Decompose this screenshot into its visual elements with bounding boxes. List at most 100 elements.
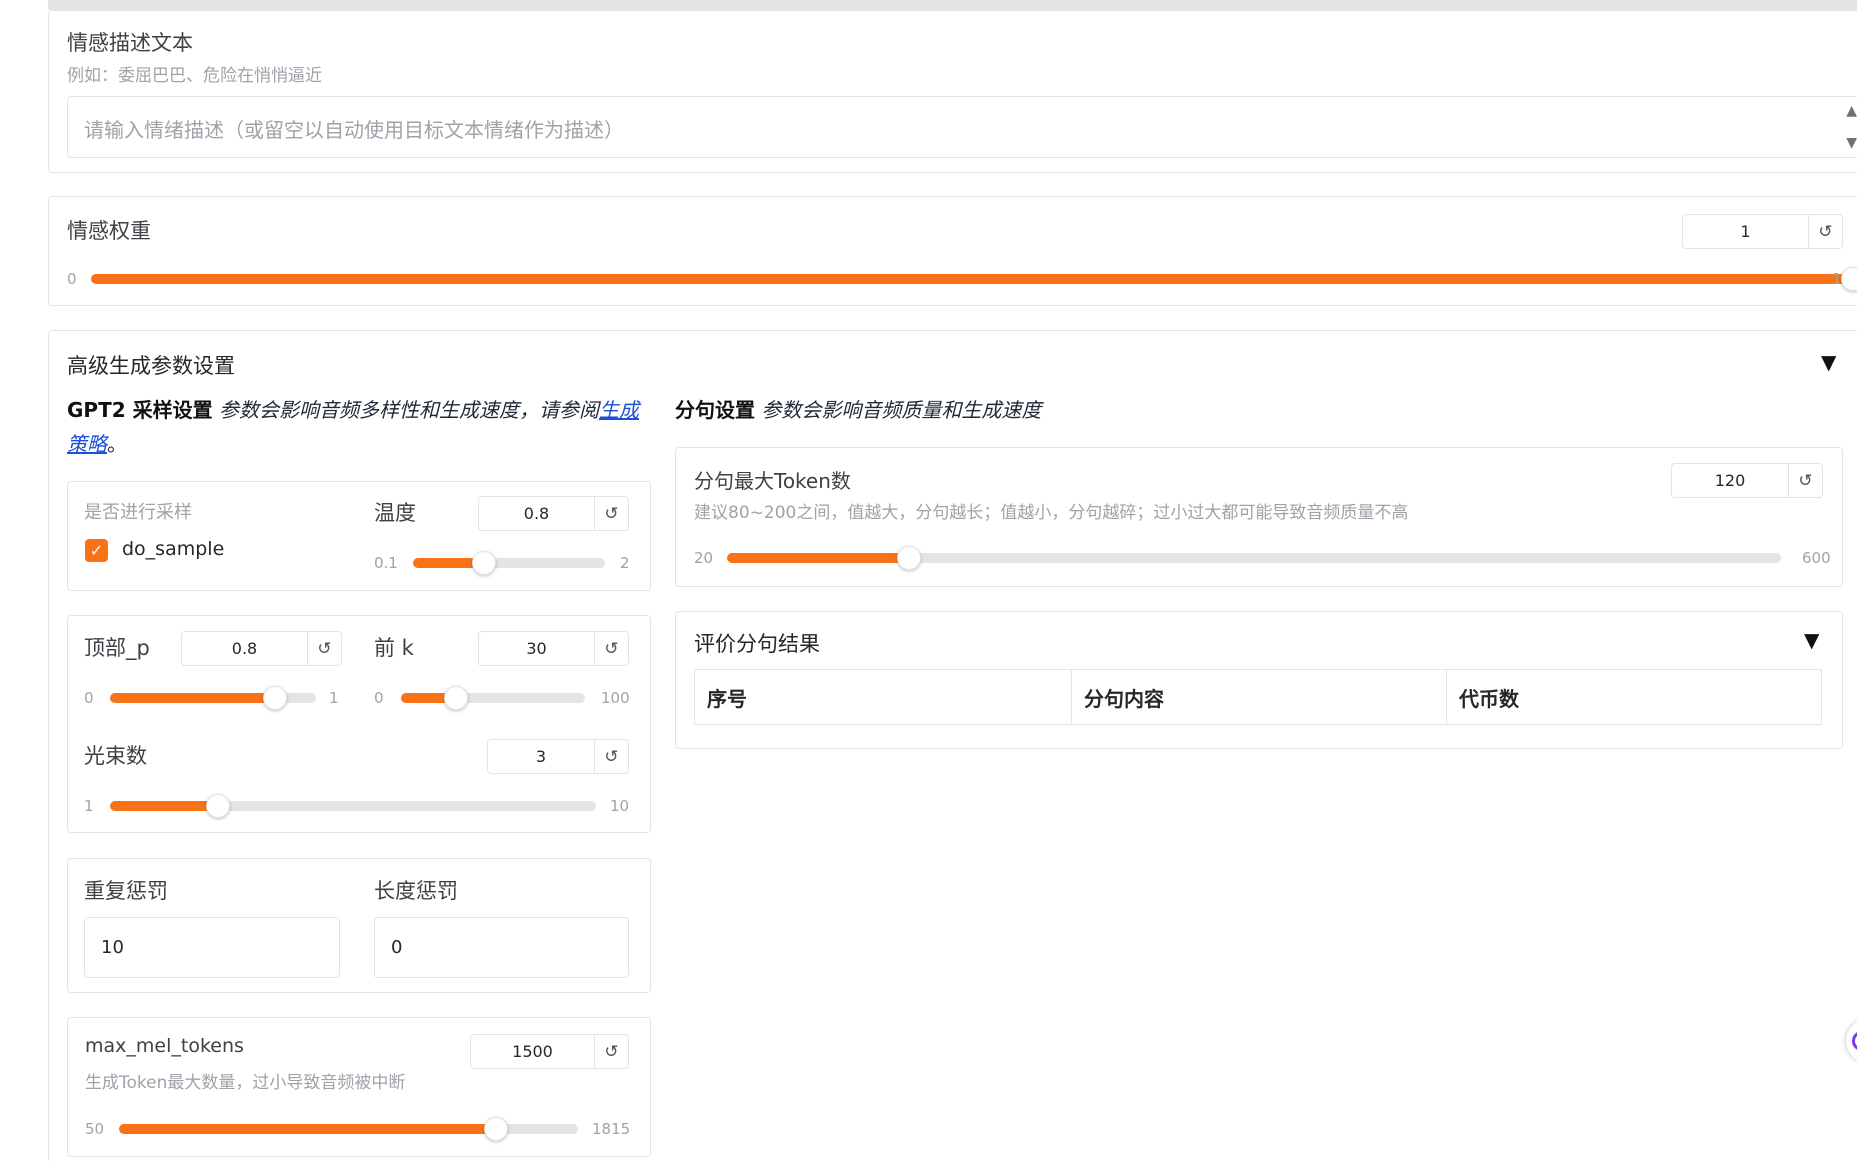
top-k-number: 30 ↺ bbox=[478, 631, 629, 666]
num-beams-label: 光束数 bbox=[84, 744, 147, 768]
max-tokens-per-segment-slider[interactable] bbox=[727, 543, 1781, 573]
top-p-min: 0 bbox=[84, 689, 94, 707]
top-p-max: 1 bbox=[329, 689, 339, 707]
reset-icon[interactable]: ↺ bbox=[1788, 464, 1822, 497]
slider-fill bbox=[91, 274, 1853, 284]
scroll-up-icon[interactable]: ▲ bbox=[1846, 103, 1857, 119]
do-sample-option[interactable]: do_sample bbox=[122, 538, 224, 560]
emotion-text-info: 例如：委屈巴巴、危险在悄悄逼近 bbox=[67, 66, 322, 86]
emotion-text-panel: 情感描述文本 例如：委屈巴巴、危险在悄悄逼近 请输入情绪描述（或留空以自动使用目… bbox=[48, 10, 1857, 173]
temperature-slider[interactable] bbox=[413, 548, 605, 578]
slider-thumb[interactable] bbox=[484, 1117, 509, 1141]
column-header-content[interactable]: 分句内容 bbox=[1071, 669, 1447, 725]
topk-topp-group: 顶部_p 0.8 ↺ 0 1 前 k 30 ↺ 0 100 光束数 3 ↺ 1 bbox=[67, 615, 651, 833]
temperature-min: 0.1 bbox=[374, 554, 398, 572]
max-tokens-per-segment-info: 建议80~200之间，值越大，分句越长；值越小，分句越碎；过小过大都可能导致音频… bbox=[694, 503, 1409, 523]
repetition-penalty-input[interactable]: 10 bbox=[84, 917, 340, 978]
emotion-text-input[interactable]: 请输入情绪描述（或留空以自动使用目标文本情绪作为描述） ▲ ▼ bbox=[67, 96, 1857, 158]
slider-fill bbox=[110, 801, 218, 811]
emotion-weight-input[interactable]: 1 bbox=[1683, 215, 1808, 248]
length-penalty-label: 长度惩罚 bbox=[374, 879, 458, 903]
reset-icon[interactable]: ↺ bbox=[594, 497, 628, 530]
emotion-weight-number: 1 ↺ bbox=[1682, 214, 1843, 249]
max-mel-tokens-input[interactable]: 1500 bbox=[471, 1035, 594, 1068]
top-divider bbox=[48, 0, 1857, 10]
slider-thumb[interactable] bbox=[262, 686, 287, 710]
top-k-max: 100 bbox=[601, 689, 630, 707]
top-p-label: 顶部_p bbox=[84, 636, 150, 660]
temperature-number: 0.8 ↺ bbox=[478, 496, 629, 531]
slider-fill bbox=[110, 693, 275, 703]
length-penalty-input[interactable]: 0 bbox=[374, 917, 629, 978]
max-mel-tokens-info: 生成Token最大数量，过小导致音频被中断 bbox=[85, 1073, 406, 1093]
scroll-down-icon[interactable]: ▼ bbox=[1846, 135, 1857, 151]
max-tokens-per-segment-group: 分句最大Token数 建议80~200之间，值越大，分句越长；值越小，分句越碎；… bbox=[675, 447, 1843, 587]
emotion-weight-slider[interactable] bbox=[91, 264, 1857, 294]
reset-icon[interactable]: ↺ bbox=[594, 632, 628, 665]
max-mel-tokens-group: max_mel_tokens 生成Token最大数量，过小导致音频被中断 150… bbox=[67, 1017, 651, 1157]
slider-thumb[interactable] bbox=[472, 551, 497, 575]
collapse-icon[interactable]: ▼ bbox=[1804, 628, 1819, 652]
reset-icon[interactable]: ↺ bbox=[594, 740, 628, 773]
segment-desc: 参数会影响音频质量和生成速度 bbox=[755, 398, 1042, 422]
top-k-input[interactable]: 30 bbox=[479, 632, 594, 665]
max-tokens-per-segment-number: 120 ↺ bbox=[1671, 463, 1823, 498]
penalty-group: 重复惩罚 10 长度惩罚 0 bbox=[67, 858, 651, 993]
max-tokens-per-segment-label: 分句最大Token数 bbox=[694, 469, 851, 493]
advanced-settings-panel: 高级生成参数设置 ▼ GPT2 采样设置 参数会影响音频多样性和生成速度，请参阅… bbox=[48, 330, 1857, 1161]
max-tokens-per-segment-min: 20 bbox=[694, 549, 714, 567]
emotion-text-placeholder: 请输入情绪描述（或留空以自动使用目标文本情绪作为描述） bbox=[84, 118, 624, 142]
max-tokens-per-segment-input[interactable]: 120 bbox=[1672, 464, 1788, 497]
top-p-slider[interactable] bbox=[110, 683, 316, 713]
table-header-row: 序号 分句内容 代币数 bbox=[694, 669, 1822, 725]
top-k-label: 前 k bbox=[374, 636, 414, 660]
temperature-label: 温度 bbox=[374, 501, 416, 525]
gpt2-heading: GPT2 采样设置 参数会影响音频多样性和生成速度，请参阅生成策略。 bbox=[67, 393, 639, 461]
generation-strategy-link-part2[interactable]: 策略 bbox=[67, 432, 107, 456]
emotion-text-label: 情感描述文本 bbox=[67, 31, 193, 55]
temperature-input[interactable]: 0.8 bbox=[479, 497, 594, 530]
top-k-slider[interactable] bbox=[401, 683, 585, 713]
gpt2-prefix: GPT2 bbox=[67, 398, 133, 422]
gpt2-bold: 采样设置 bbox=[132, 398, 213, 422]
reset-icon[interactable]: ↺ bbox=[1808, 215, 1842, 248]
max-mel-tokens-slider[interactable] bbox=[119, 1114, 578, 1144]
advanced-settings-title[interactable]: 高级生成参数设置 bbox=[67, 350, 235, 380]
top-p-input[interactable]: 0.8 bbox=[182, 632, 307, 665]
emotion-weight-min: 0 bbox=[67, 270, 77, 288]
slider-thumb[interactable] bbox=[205, 794, 230, 818]
do-sample-checkbox[interactable]: ✓ bbox=[85, 539, 108, 562]
emotion-weight-panel: 情感权重 1 ↺ 0 1 bbox=[48, 196, 1857, 306]
repetition-penalty-value: 10 bbox=[101, 937, 124, 958]
gpt2-end: 。 bbox=[107, 432, 127, 456]
top-k-min: 0 bbox=[374, 689, 384, 707]
slider-thumb[interactable] bbox=[1841, 267, 1857, 291]
length-penalty-value: 0 bbox=[391, 937, 403, 958]
column-header-tokens[interactable]: 代币数 bbox=[1446, 669, 1822, 725]
max-mel-tokens-number: 1500 ↺ bbox=[470, 1034, 629, 1069]
repetition-penalty-label: 重复惩罚 bbox=[84, 879, 168, 903]
collapse-icon[interactable]: ▼ bbox=[1821, 350, 1836, 374]
emotion-weight-label: 情感权重 bbox=[67, 219, 151, 243]
max-tokens-per-segment-max: 600 bbox=[1802, 549, 1831, 567]
slider-thumb[interactable] bbox=[896, 546, 921, 570]
generation-strategy-link-part1[interactable]: 生成 bbox=[599, 398, 639, 422]
assistant-ring-icon bbox=[1852, 1031, 1857, 1051]
num-beams-slider[interactable] bbox=[110, 791, 596, 821]
reset-icon[interactable]: ↺ bbox=[594, 1035, 628, 1068]
segment-preview-title[interactable]: 评价分句结果 bbox=[694, 628, 820, 658]
segment-preview-panel: 评价分句结果 ▼ 序号 分句内容 代币数 bbox=[675, 611, 1843, 749]
num-beams-input[interactable]: 3 bbox=[488, 740, 594, 773]
segment-bold: 分句设置 bbox=[675, 398, 755, 422]
max-mel-tokens-min: 50 bbox=[85, 1120, 105, 1138]
temperature-max: 2 bbox=[620, 554, 630, 572]
top-p-number: 0.8 ↺ bbox=[181, 631, 342, 666]
max-mel-tokens-max: 1815 bbox=[592, 1120, 631, 1138]
slider-thumb[interactable] bbox=[444, 686, 469, 710]
gpt2-desc: 参数会影响音频多样性和生成速度，请参阅 bbox=[212, 398, 599, 422]
segment-preview-table: 序号 分句内容 代币数 bbox=[694, 669, 1822, 725]
reset-icon[interactable]: ↺ bbox=[307, 632, 341, 665]
do-sample-label: 是否进行采样 bbox=[84, 502, 192, 523]
segment-heading: 分句设置 参数会影响音频质量和生成速度 bbox=[675, 393, 1041, 427]
column-header-index[interactable]: 序号 bbox=[694, 669, 1072, 725]
